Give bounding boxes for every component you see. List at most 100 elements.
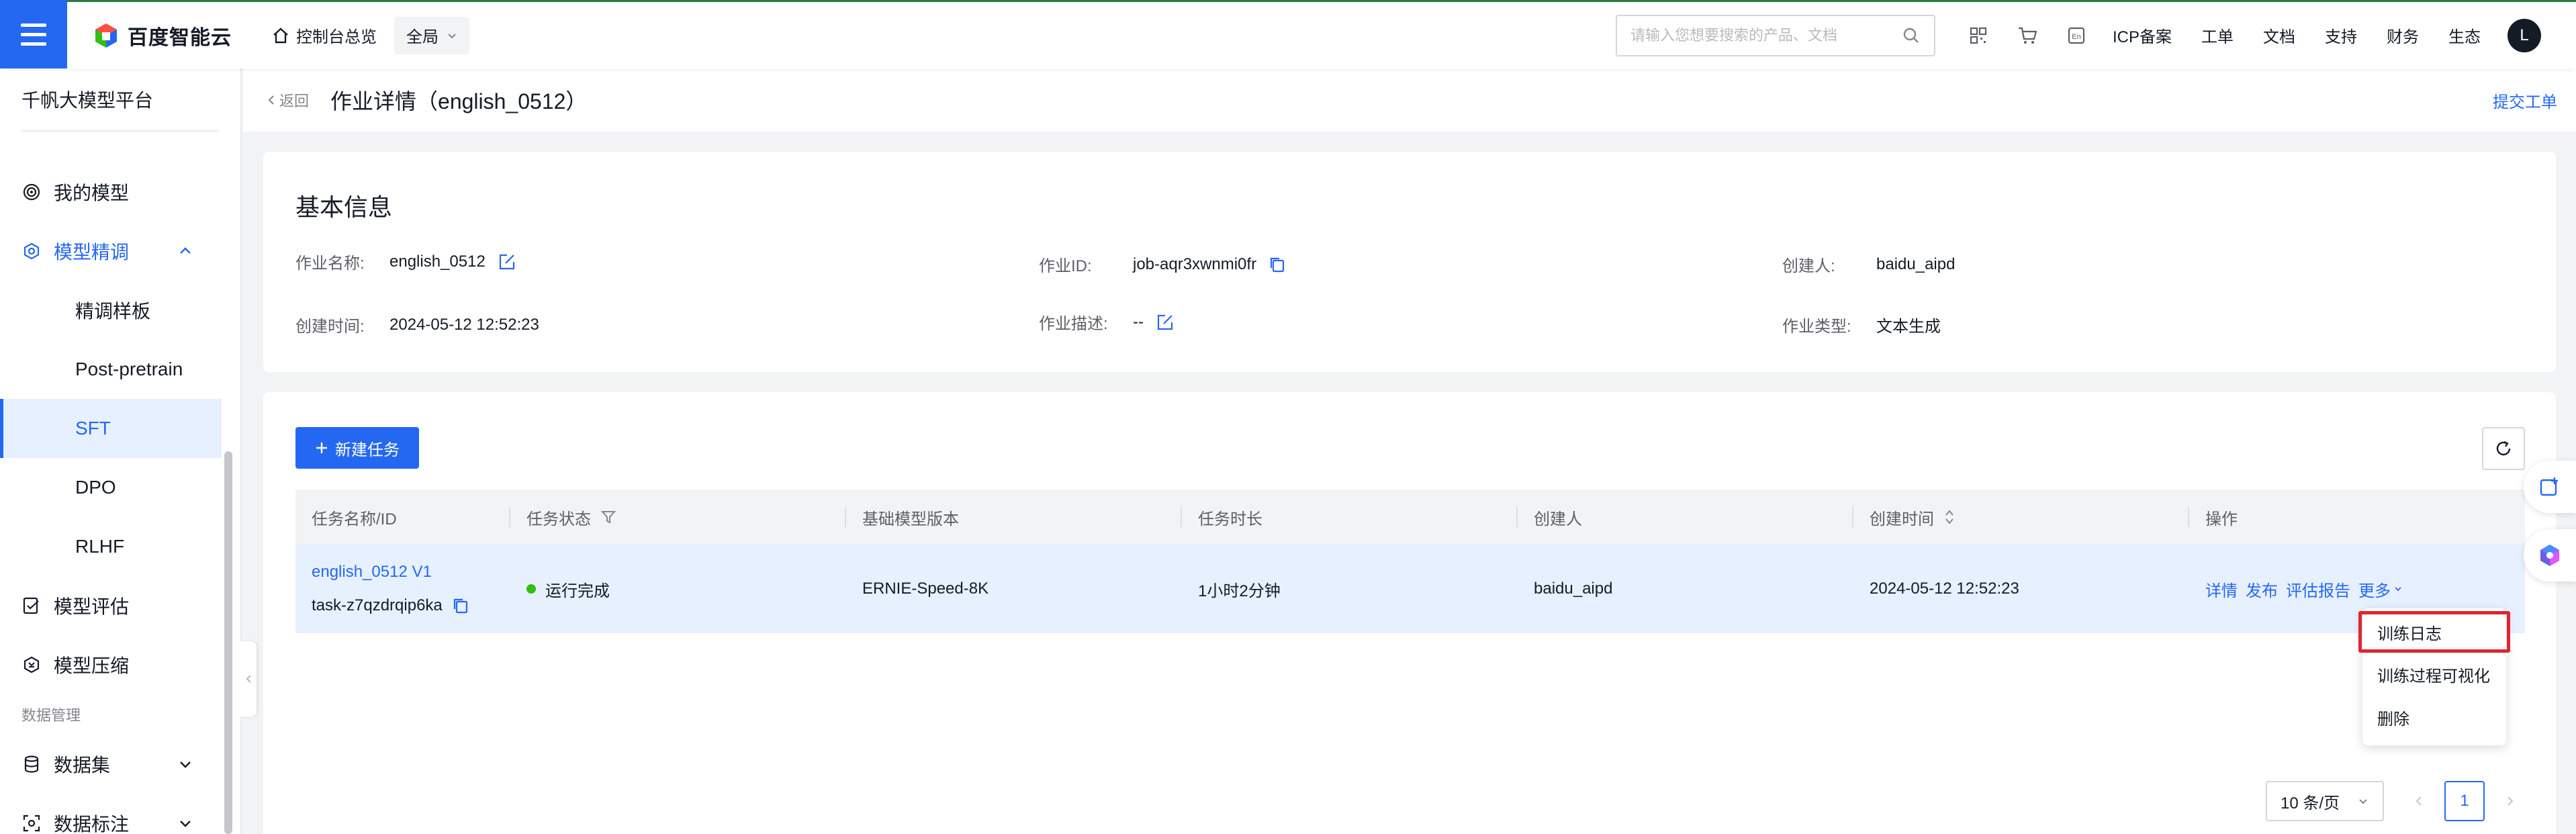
job-id-field: 作业ID: job-aqr3xwnmi0fr: [1039, 252, 1286, 276]
col-header-created-time: 创建时间: [1870, 506, 1956, 529]
icp-link[interactable]: ICP备案: [2113, 24, 2172, 47]
sidebar-item-label: 模型压缩: [54, 655, 130, 676]
search-input[interactable]: [1630, 26, 1886, 44]
more-dropdown-trigger[interactable]: 更多: [2358, 577, 2403, 601]
menu-item-delete[interactable]: 删除: [2362, 696, 2506, 739]
chevron-up-icon: [180, 247, 191, 254]
col-header-duration: 任务时长: [1198, 510, 1262, 528]
field-value: job-aqr3xwnmi0fr: [1133, 254, 1257, 273]
floating-feedback-button[interactable]: [2524, 461, 2576, 513]
task-list-card: 新建任务 任务名称/ID 任务状态 基础模型版本 任务时长 创建人 创建时间 操…: [263, 392, 2556, 834]
filter-icon[interactable]: [600, 509, 616, 525]
console-home-link[interactable]: 控制台总览: [272, 24, 377, 47]
field-label: 创建人:: [1782, 257, 1835, 275]
sidebar-scrollbar[interactable]: [224, 451, 232, 834]
sidebar-item-fine-tune[interactable]: 模型精调: [0, 222, 240, 281]
sidebar-item-evaluate[interactable]: 模型评估: [0, 576, 240, 635]
field-label: 作业名称:: [295, 254, 365, 273]
sidebar-item-dataset[interactable]: 数据集: [0, 735, 240, 794]
menu-item-training-log[interactable]: 训练日志: [2358, 611, 2510, 653]
chevron-left-icon: [246, 675, 251, 683]
language-icon[interactable]: En: [2067, 26, 2086, 45]
search-icon[interactable]: [1902, 26, 1921, 45]
sidebar-item-label: 模型评估: [54, 596, 130, 617]
pagination: 10 条/页 1: [2266, 781, 2524, 821]
creator-field: 创建人: baidu_aipd: [1782, 252, 1955, 276]
cart-icon[interactable]: [2017, 26, 2037, 45]
top-icon-group: En: [1969, 26, 2086, 45]
new-task-button[interactable]: 新建任务: [295, 427, 419, 469]
qrcode-icon[interactable]: [1969, 26, 1988, 45]
sidebar-sub-template[interactable]: 精调样板: [0, 281, 222, 340]
docs-link[interactable]: 文档: [2263, 24, 2295, 47]
ecosystem-link[interactable]: 生态: [2448, 24, 2481, 47]
feedback-icon: [2540, 477, 2558, 496]
field-value: english_0512: [389, 252, 486, 271]
sort-icon[interactable]: [1943, 508, 1956, 526]
edit-icon[interactable]: [498, 252, 516, 271]
page-size-select[interactable]: 10 条/页: [2266, 781, 2384, 821]
evaluate-icon: [21, 596, 42, 616]
col-header-label: 任务状态: [526, 510, 591, 528]
baidu-cloud-logo-icon: [95, 23, 117, 48]
plus-icon: [316, 443, 327, 453]
menu-line: [21, 42, 46, 46]
dataset-icon: [21, 754, 42, 774]
hamburger-menu-button[interactable]: [0, 0, 67, 68]
copy-icon[interactable]: [1269, 256, 1286, 273]
top-link-group: ICP备案 工单 文档 支持 财务 生态: [2113, 24, 2481, 47]
back-label: 返回: [279, 93, 310, 109]
field-value: baidu_aipd: [1876, 254, 1956, 273]
sidebar-sub-rlhf[interactable]: RLHF: [0, 517, 222, 576]
task-name-link[interactable]: english_0512 V1: [312, 563, 432, 582]
menu-line: [21, 23, 46, 27]
sidebar-item-compress[interactable]: 模型压缩: [0, 635, 240, 694]
page-header: 返回 作业详情（english_0512） 提交工单: [243, 68, 2576, 132]
cell-creator: baidu_aipd: [1534, 580, 1613, 598]
column-divider: [1181, 507, 1182, 527]
sidebar-item-annotate[interactable]: 数据标注: [0, 794, 240, 834]
scope-label: 全局: [406, 28, 439, 46]
edit-icon[interactable]: [1156, 313, 1175, 332]
sidebar: 千帆大模型平台 我的模型 模型精调 精调样板 Post-pretrain SFT…: [0, 68, 242, 834]
copy-icon[interactable]: [452, 597, 469, 614]
assistant-logo-icon: [2540, 545, 2559, 566]
sidebar-item-label: 我的模型: [54, 183, 130, 203]
sidebar-item-label: 数据标注: [54, 814, 130, 834]
column-divider: [509, 507, 510, 527]
sidebar-collapse-toggle[interactable]: [240, 641, 257, 716]
sidebar-sub-sft[interactable]: SFT: [0, 399, 222, 458]
prev-page-button[interactable]: [2405, 794, 2432, 808]
next-page-button[interactable]: [2497, 794, 2524, 808]
global-search[interactable]: [1615, 14, 1935, 56]
publish-link[interactable]: 发布: [2246, 577, 2278, 601]
top-navbar: 百度智能云 控制台总览 全局 En ICP备案 工单 文档 支持 财务 生态 L: [0, 0, 2576, 68]
chevron-down-icon: [448, 33, 456, 38]
page-number-current[interactable]: 1: [2444, 781, 2485, 821]
cell-task-name: english_0512 V1 task-z7qzdrqip6ka: [312, 563, 469, 615]
detail-link[interactable]: 详情: [2205, 577, 2238, 601]
menu-item-training-visualization[interactable]: 训练过程可视化: [2362, 653, 2506, 696]
refresh-button[interactable]: [2482, 427, 2525, 470]
floating-assistant-button[interactable]: [2524, 529, 2576, 582]
submit-ticket-link[interactable]: 提交工单: [2493, 89, 2557, 112]
sidebar-sub-post-pretrain[interactable]: Post-pretrain: [0, 340, 222, 399]
user-avatar[interactable]: L: [2508, 18, 2541, 52]
menu-line: [21, 32, 46, 36]
support-link[interactable]: 支持: [2325, 24, 2357, 47]
eval-report-link[interactable]: 评估报告: [2286, 577, 2350, 601]
scope-selector[interactable]: 全局: [394, 16, 469, 54]
ticket-link[interactable]: 工单: [2201, 24, 2234, 47]
chevron-left-icon: [2416, 796, 2422, 806]
brand-logo[interactable]: 百度智能云: [93, 21, 232, 50]
cell-duration: 1小时2分钟: [1198, 582, 1281, 600]
sidebar-item-my-models[interactable]: 我的模型: [0, 163, 240, 222]
chevron-down-icon: [2395, 587, 2401, 592]
sidebar-sub-dpo[interactable]: DPO: [0, 458, 222, 517]
back-link[interactable]: 返回: [267, 89, 309, 111]
svg-text:En: En: [2072, 33, 2080, 41]
new-task-label: 新建任务: [335, 441, 400, 459]
finance-link[interactable]: 财务: [2387, 24, 2419, 47]
cell-actions: 详情 发布 评估报告 更多: [2205, 577, 2403, 601]
